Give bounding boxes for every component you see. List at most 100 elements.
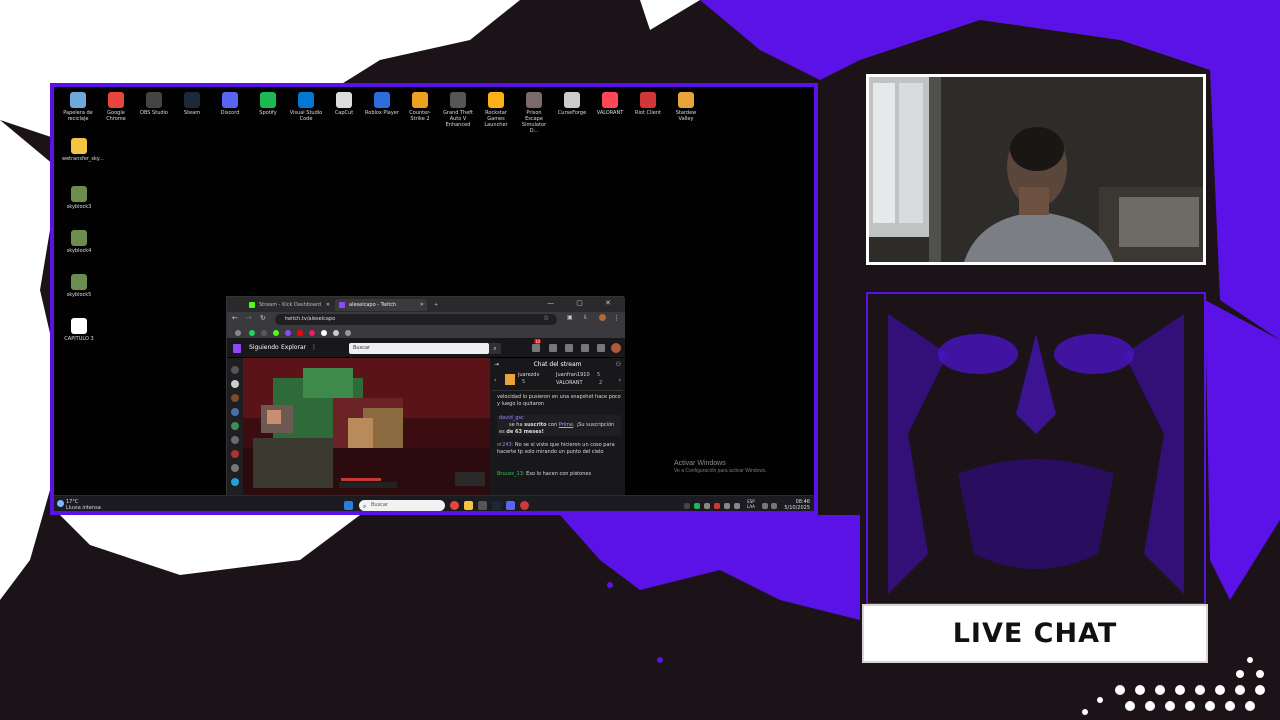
collapse-icon[interactable] [231, 366, 239, 374]
downloads-icon[interactable]: ⇩ [583, 314, 588, 321]
vscode-icon [298, 92, 314, 108]
inbox-icon[interactable] [549, 344, 557, 352]
channel-avatar[interactable] [231, 408, 239, 416]
tab-twitch[interactable]: aleselcapo - Twitch ✕ [335, 299, 427, 311]
bits-icon[interactable] [581, 344, 589, 352]
search-icon[interactable]: ⌕ [489, 343, 501, 354]
channel-avatar[interactable] [231, 422, 239, 430]
taskbar-search[interactable]: ⌕ Buscar [359, 500, 445, 511]
prime-icon[interactable] [597, 344, 605, 352]
chat-username[interactable]: david_gsc [499, 415, 524, 421]
weather-widget[interactable]: 17°C Lluvia intensa [57, 499, 101, 511]
volume-icon[interactable] [771, 503, 777, 509]
obs-icon[interactable] [520, 501, 529, 510]
tray-icon[interactable] [704, 503, 710, 509]
wifi-icon[interactable] [762, 503, 768, 509]
forward-icon[interactable]: → [246, 314, 252, 322]
nav-explore[interactable]: Explorar [281, 344, 306, 351]
desktop-shortcut[interactable]: Spotify [251, 87, 285, 116]
profile-avatar[interactable] [599, 314, 606, 321]
windows-start-icon[interactable] [344, 501, 353, 510]
channel-avatar[interactable] [231, 450, 239, 458]
notifications-icon[interactable] [532, 344, 540, 352]
whatsapp-icon[interactable] [249, 330, 255, 336]
desktop-shortcut[interactable]: Stardew Valley [669, 87, 703, 122]
desktop-shortcut[interactable]: Papelera de reciclaje [61, 87, 95, 122]
close-tab-icon[interactable]: ✕ [326, 299, 330, 311]
file-explorer-icon[interactable] [464, 501, 473, 510]
desktop-shortcut[interactable]: Rockstar Games Launcher [479, 87, 513, 128]
channel-avatar[interactable] [231, 436, 239, 444]
twitch-logo-icon[interactable] [233, 344, 241, 353]
discord-icon [222, 92, 238, 108]
stream-video-player[interactable] [243, 358, 490, 497]
url-text: twitch.tv/aleselcapo [285, 316, 336, 322]
browser-window[interactable]: Stream - Kick Dashboard ✕ aleselcapo - T… [226, 296, 625, 497]
more-menu-icon[interactable]: ⋮ [311, 344, 317, 351]
language-indicator[interactable]: ESP LAA [747, 499, 755, 509]
tray-icon[interactable] [724, 503, 730, 509]
desktop-file[interactable]: skyblock5 [62, 269, 96, 298]
bookmark-star-icon[interactable]: ☆ [543, 314, 549, 322]
desktop-file[interactable]: skyblock4 [62, 225, 96, 254]
desktop-shortcut[interactable]: Steam [175, 87, 209, 116]
desktop-shortcut[interactable]: CurseForge [555, 87, 589, 116]
tray-icon[interactable] [734, 503, 740, 509]
youtube-icon[interactable] [297, 330, 303, 336]
system-clock[interactable]: 08:46 5/10/2025 [782, 499, 810, 511]
chevron-left-icon[interactable]: ‹ [494, 377, 496, 384]
heart-icon[interactable] [231, 380, 239, 388]
tiktok-icon[interactable] [321, 330, 327, 336]
twitch-icon[interactable] [285, 330, 291, 336]
discord-icon[interactable] [506, 501, 515, 510]
desktop-shortcut[interactable]: Visual Studio Code [289, 87, 323, 122]
desktop-shortcut[interactable]: VALORANT [593, 87, 627, 116]
desktop-shortcut[interactable]: Prison Escape Simulator D... [517, 87, 551, 134]
chevron-right-icon[interactable]: › [619, 377, 621, 384]
desktop-shortcut[interactable]: Google Chrome [99, 87, 133, 122]
desktop-file[interactable]: CAPITULO 3 [62, 313, 96, 342]
desktop-file[interactable]: skyblock3 [62, 181, 96, 210]
tab-kick-dashboard[interactable]: Stream - Kick Dashboard ✕ [245, 299, 333, 311]
desktop-shortcut[interactable]: Riot Client [631, 87, 665, 116]
desktop-shortcut[interactable]: CapCut [327, 87, 361, 116]
chatgpt-icon[interactable] [345, 330, 351, 336]
kick-icon[interactable] [273, 330, 279, 336]
whispers-icon[interactable] [565, 344, 573, 352]
desktop-shortcut[interactable]: OBS Studio [137, 87, 171, 116]
browser-menu-icon[interactable]: ⋮ [613, 314, 620, 322]
user-avatar[interactable] [611, 343, 621, 353]
bookmark-icon[interactable] [309, 330, 315, 336]
new-tab-button[interactable]: + [431, 299, 443, 311]
channel-avatar[interactable] [231, 464, 239, 472]
taskbar-app-icon[interactable] [478, 501, 487, 510]
back-icon[interactable]: ← [232, 314, 238, 322]
desktop-file[interactable]: wetransfer_sky... [62, 133, 104, 162]
tray-icon[interactable] [694, 503, 700, 509]
address-bar[interactable]: twitch.tv/aleselcapo [275, 314, 557, 325]
extensions-icon[interactable]: ▣ [567, 314, 573, 321]
tray-icon[interactable] [714, 503, 720, 509]
steam-icon[interactable] [492, 501, 501, 510]
apps-icon[interactable] [235, 330, 241, 336]
desktop-shortcut[interactable]: Discord [213, 87, 247, 116]
tray-icon[interactable] [684, 503, 690, 509]
prime-link[interactable]: Prime [559, 422, 573, 428]
reload-icon[interactable]: ↻ [260, 314, 266, 322]
bookmark-icon[interactable] [261, 330, 267, 336]
window-controls[interactable]: — ▢ ✕ [547, 299, 621, 307]
twitch-search-input[interactable]: Buscar [349, 343, 489, 354]
channel-avatar[interactable] [231, 478, 239, 486]
desktop-shortcut[interactable]: Roblox Player [365, 87, 399, 116]
chat-username[interactable]: or243: [497, 442, 513, 448]
desktop-shortcut[interactable]: Counter-Strike 2 [403, 87, 437, 122]
chat-username[interactable]: Bruuss_13: [497, 471, 525, 477]
desktop-shortcut[interactable]: Grand Theft Auto V Enhanced [441, 87, 475, 128]
chrome-icon[interactable] [450, 501, 459, 510]
nav-following[interactable]: Siguiendo [249, 344, 279, 351]
x-icon[interactable] [333, 330, 339, 336]
close-tab-icon[interactable]: ✕ [420, 299, 424, 311]
chat-users-icon[interactable]: ⚇ [616, 361, 621, 368]
desktop-shortcut-label: Spotify [259, 110, 277, 116]
channel-avatar[interactable] [231, 394, 239, 402]
